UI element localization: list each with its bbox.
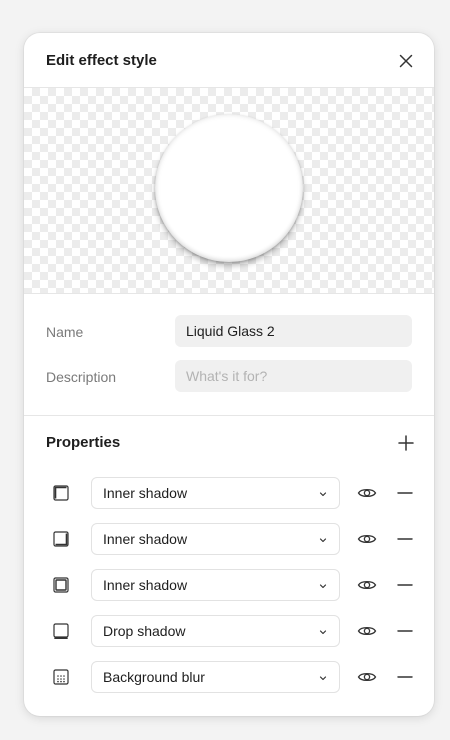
minus-icon	[397, 584, 413, 586]
properties-title: Properties	[46, 434, 121, 451]
remove-property-button[interactable]	[395, 575, 415, 595]
effect-preview	[24, 87, 434, 294]
chevron-down-icon	[319, 584, 327, 589]
effect-type-select[interactable]: Background blur	[91, 661, 340, 693]
property-row: Background blur	[24, 661, 434, 693]
inner-shadow-icon[interactable]	[53, 531, 69, 547]
eye-icon	[357, 534, 377, 544]
minus-icon	[397, 676, 413, 678]
effect-type-select[interactable]: Inner shadow	[91, 477, 340, 509]
chevron-down-icon	[319, 630, 327, 635]
eye-icon	[357, 488, 377, 498]
name-label: Name	[46, 324, 84, 340]
name-input[interactable]: Liquid Glass 2	[175, 315, 412, 347]
remove-property-button[interactable]	[395, 667, 415, 687]
close-icon	[399, 54, 413, 68]
effect-type-label: Background blur	[103, 669, 205, 685]
edit-effect-style-panel: Edit effect style Name Liquid Glass 2 De…	[24, 33, 434, 716]
property-row: Drop shadow	[24, 615, 434, 647]
property-row: Inner shadow	[24, 477, 434, 509]
eye-icon	[357, 580, 377, 590]
drop-shadow-icon[interactable]	[53, 623, 69, 639]
visibility-toggle[interactable]	[357, 621, 377, 641]
inner-shadow-icon[interactable]	[53, 485, 69, 501]
add-property-button[interactable]	[394, 431, 418, 455]
visibility-toggle[interactable]	[357, 575, 377, 595]
minus-icon	[397, 492, 413, 494]
panel-title: Edit effect style	[46, 52, 157, 69]
plus-icon	[398, 435, 414, 451]
remove-property-button[interactable]	[395, 483, 415, 503]
effect-type-label: Inner shadow	[103, 485, 188, 501]
property-row: Inner shadow	[24, 569, 434, 601]
effect-type-label: Inner shadow	[103, 577, 188, 593]
effect-type-select[interactable]: Inner shadow	[91, 569, 340, 601]
chevron-down-icon	[319, 538, 327, 543]
minus-icon	[397, 630, 413, 632]
effect-type-select[interactable]: Inner shadow	[91, 523, 340, 555]
eye-icon	[357, 672, 377, 682]
effect-type-label: Drop shadow	[103, 623, 186, 639]
visibility-toggle[interactable]	[357, 667, 377, 687]
description-input[interactable]: What's it for?	[175, 360, 412, 392]
effect-type-select[interactable]: Drop shadow	[91, 615, 340, 647]
close-button[interactable]	[394, 49, 418, 73]
description-label: Description	[46, 369, 117, 385]
background-blur-icon[interactable]	[53, 669, 69, 685]
preview-shape	[155, 114, 303, 262]
chevron-down-icon	[319, 676, 327, 681]
chevron-down-icon	[319, 492, 327, 497]
section-divider	[24, 415, 434, 416]
effect-type-label: Inner shadow	[103, 531, 188, 547]
visibility-toggle[interactable]	[357, 483, 377, 503]
panel-header: Edit effect style	[24, 33, 434, 87]
property-row: Inner shadow	[24, 523, 434, 555]
eye-icon	[357, 626, 377, 636]
remove-property-button[interactable]	[395, 621, 415, 641]
visibility-toggle[interactable]	[357, 529, 377, 549]
inner-shadow-icon[interactable]	[53, 577, 69, 593]
minus-icon	[397, 538, 413, 540]
remove-property-button[interactable]	[395, 529, 415, 549]
